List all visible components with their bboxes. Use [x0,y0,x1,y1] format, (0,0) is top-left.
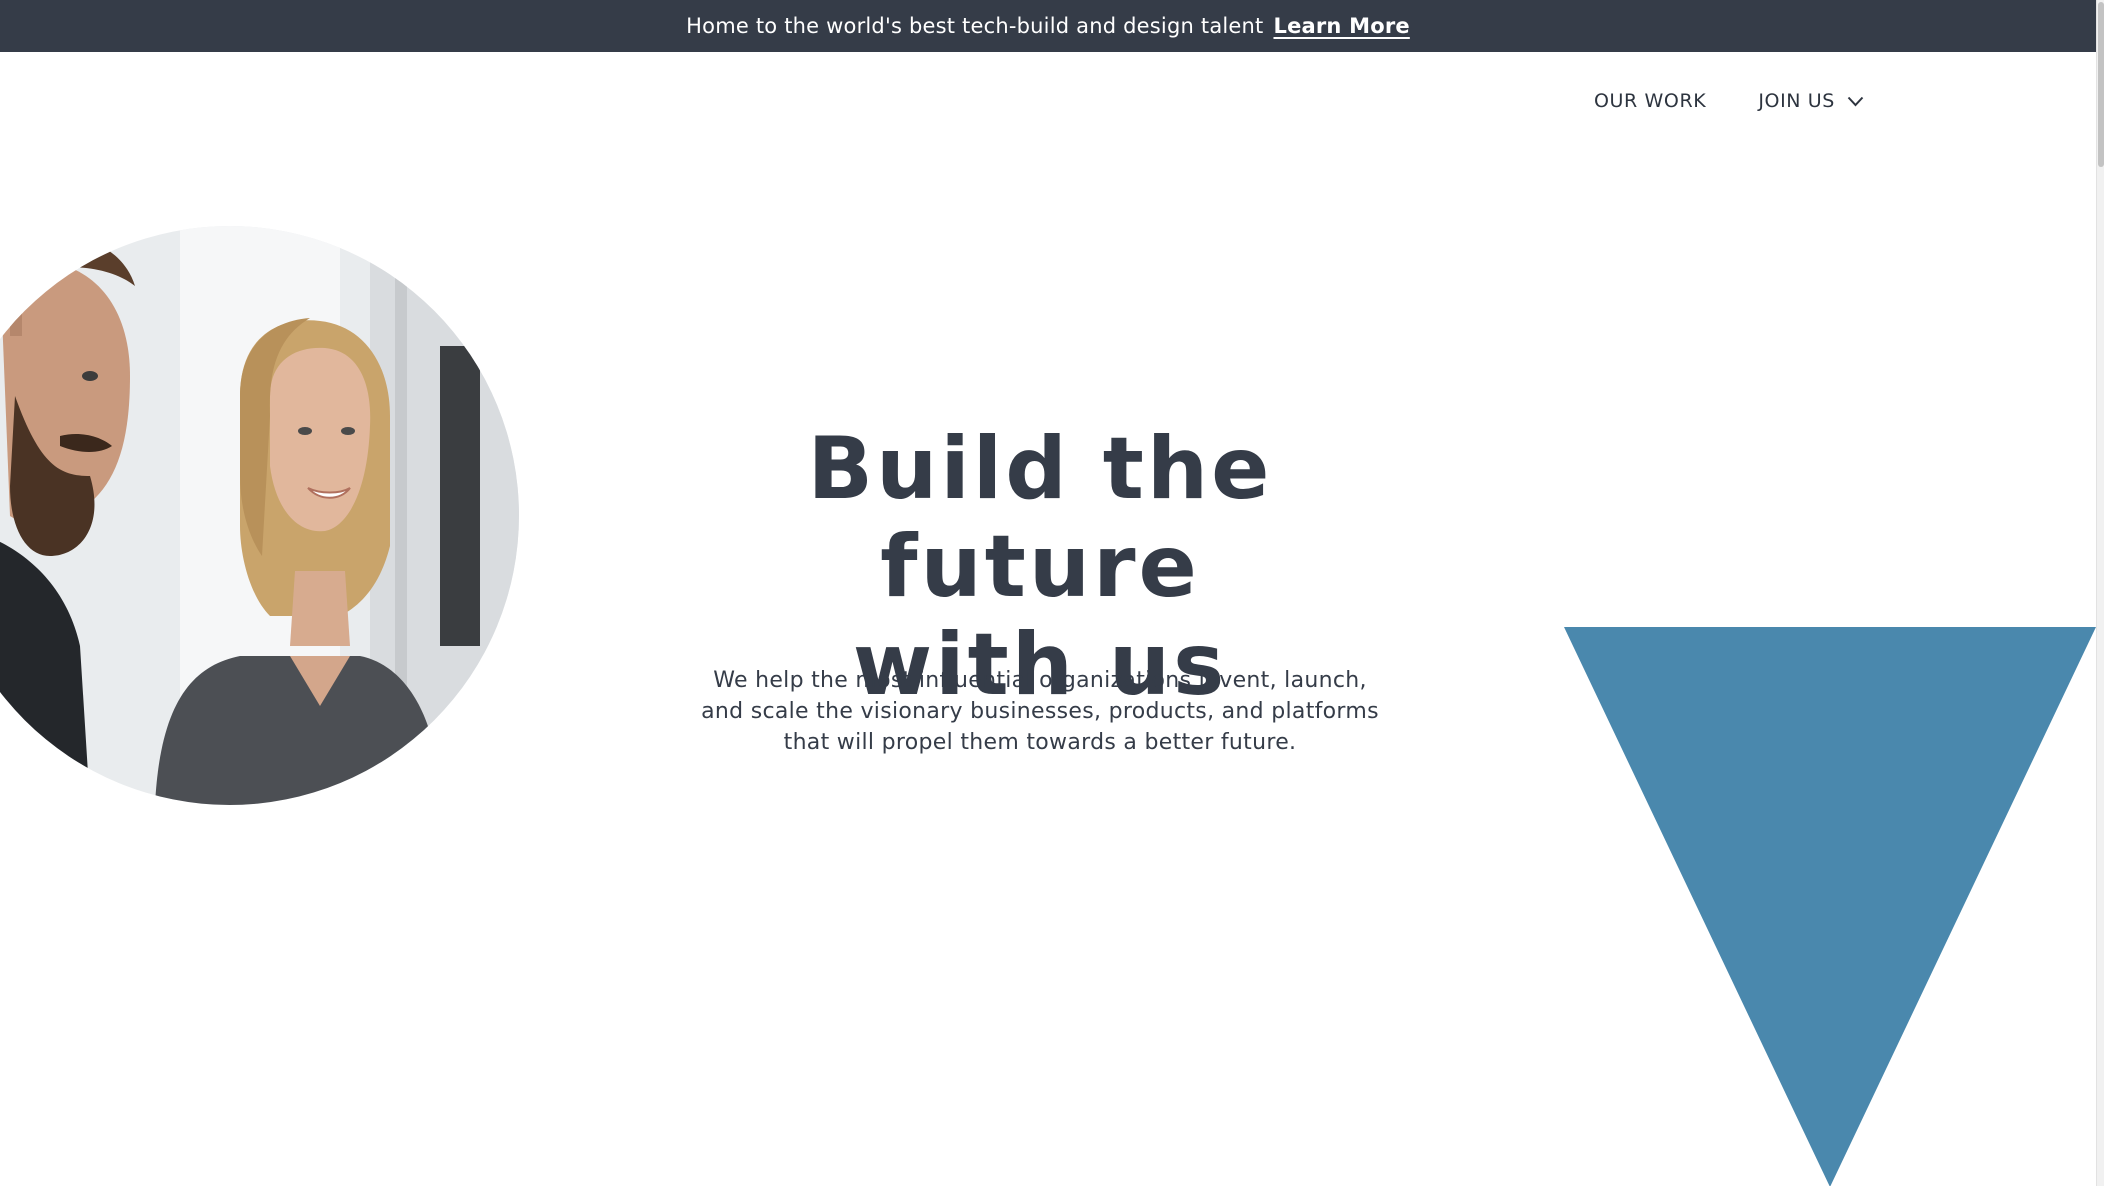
chevron-down-icon [1847,96,1864,106]
nav-item-label: JOIN US [1758,90,1835,112]
page: Home to the world's best tech-build and … [0,0,2104,1186]
main-nav: OUR WORK JOIN US [1594,90,1864,112]
decorative-triangle [1564,627,2096,1186]
announcement-banner: Home to the world's best tech-build and … [0,0,2096,52]
hero-subtitle-line2: and scale the visionary businesses, prod… [701,699,1379,724]
hero-subtitle-line1: We help the most influential organizatio… [713,668,1367,693]
hero-subtitle-line3: that will propel them towards a better f… [783,730,1297,755]
page-scrollbar[interactable] [2096,0,2104,1186]
nav-item-join-us[interactable]: JOIN US [1758,90,1864,112]
banner-text: Home to the world's best tech-build and … [686,14,1264,38]
hero-subtitle: We help the most influential organizatio… [700,665,1380,758]
learn-more-link[interactable]: Learn More [1273,14,1409,38]
nav-item-our-work[interactable]: OUR WORK [1594,90,1706,112]
scrollbar-thumb[interactable] [2098,2,2104,167]
hero-title-line1: Build the future [807,419,1273,617]
nav-item-label: OUR WORK [1594,90,1707,112]
team-photo [0,226,519,805]
